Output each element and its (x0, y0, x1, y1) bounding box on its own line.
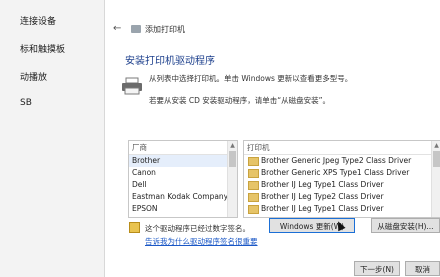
sidebar-item-autoplay[interactable]: 动播放 (20, 70, 47, 83)
list-item[interactable]: Brother IJ Leg Type1 Class Driver (244, 179, 440, 191)
printer-icon (131, 25, 141, 33)
settings-sidebar: 连接设备 标和触摸板 动播放 SB (0, 0, 104, 277)
add-printer-dialog: ← 添加打印机 安装打印机驱动程序 从列表中选择打印机。单击 Windows 更… (105, 0, 440, 277)
scroll-thumb[interactable] (229, 151, 236, 167)
list-item[interactable]: Brother Generic Jpeg Type2 Class Driver (244, 155, 440, 167)
signed-status: 这个驱动程序已经过数字签名。 (145, 224, 250, 233)
manufacturer-header: 厂商 (129, 141, 237, 155)
list-item[interactable]: Dell (129, 179, 237, 191)
vertical-scrollbar[interactable]: ▲ (227, 141, 237, 217)
driver-label: Brother IJ Leg Type1 Class Driver (261, 204, 384, 213)
page-title: 安装打印机驱动程序 (125, 56, 215, 67)
back-arrow-icon[interactable]: ← (113, 23, 125, 35)
scroll-thumb[interactable] (433, 151, 440, 167)
shield-icon (129, 222, 140, 233)
window-title: 添加打印机 (145, 24, 185, 34)
scroll-up-icon[interactable]: ▲ (228, 141, 237, 150)
sidebar-item-usb[interactable]: SB (20, 98, 32, 108)
printer-header: 打印机 (244, 141, 440, 155)
dialog-titlebar: ← 添加打印机 (113, 22, 185, 36)
driver-icon (248, 156, 259, 166)
list-item[interactable]: Brother IJ Leg Type2 Class Driver (244, 191, 440, 203)
list-item[interactable]: EPSON (129, 203, 237, 215)
driver-label: Brother IJ Leg Type1 Class Driver (261, 180, 384, 189)
manufacturer-list[interactable]: 厂商 Brother Canon Dell Eastman Kodak Comp… (128, 140, 238, 218)
driver-icon (248, 180, 259, 190)
list-item[interactable]: Eastman Kodak Company (129, 191, 237, 203)
driver-label: Brother IJ Leg Type2 Class Driver (261, 192, 384, 201)
driver-label: Brother Generic XPS Type1 Class Driver (261, 168, 410, 177)
driver-icon (248, 168, 259, 178)
have-disk-button[interactable]: 从磁盘安装(H)... (371, 218, 440, 233)
list-item[interactable]: Brother Generic XPS Type1 Class Driver (244, 167, 440, 179)
printer-driver-list[interactable]: 打印机 Brother Generic Jpeg Type2 Class Dri… (243, 140, 440, 218)
cancel-button[interactable]: 取消 (405, 261, 440, 276)
list-item[interactable]: Brother (129, 155, 237, 167)
sidebar-item-connected-devices[interactable]: 连接设备 (20, 14, 56, 27)
driver-icon (248, 192, 259, 202)
driver-icon (248, 204, 259, 214)
printer-install-icon (122, 77, 142, 95)
description-text-1: 从列表中选择打印机。单击 Windows 更新以查看更多型号。 (149, 74, 353, 83)
sidebar-item-mouse-touchpad[interactable]: 标和触摸板 (20, 42, 65, 55)
next-button[interactable]: 下一步(N) (354, 261, 400, 276)
scroll-up-icon[interactable]: ▲ (432, 141, 440, 150)
list-item[interactable]: Brother IJ Leg Type1 Class Driver (244, 203, 440, 215)
driver-signing-link[interactable]: 告诉我为什么驱动程序签名很重要 (145, 236, 258, 247)
vertical-scrollbar[interactable]: ▲ (431, 141, 440, 217)
driver-label: Brother Generic Jpeg Type2 Class Driver (261, 156, 412, 165)
description-text-2: 若要从安装 CD 安装驱动程序，请单击“从磁盘安装”。 (149, 96, 331, 105)
list-item[interactable]: Canon (129, 167, 237, 179)
